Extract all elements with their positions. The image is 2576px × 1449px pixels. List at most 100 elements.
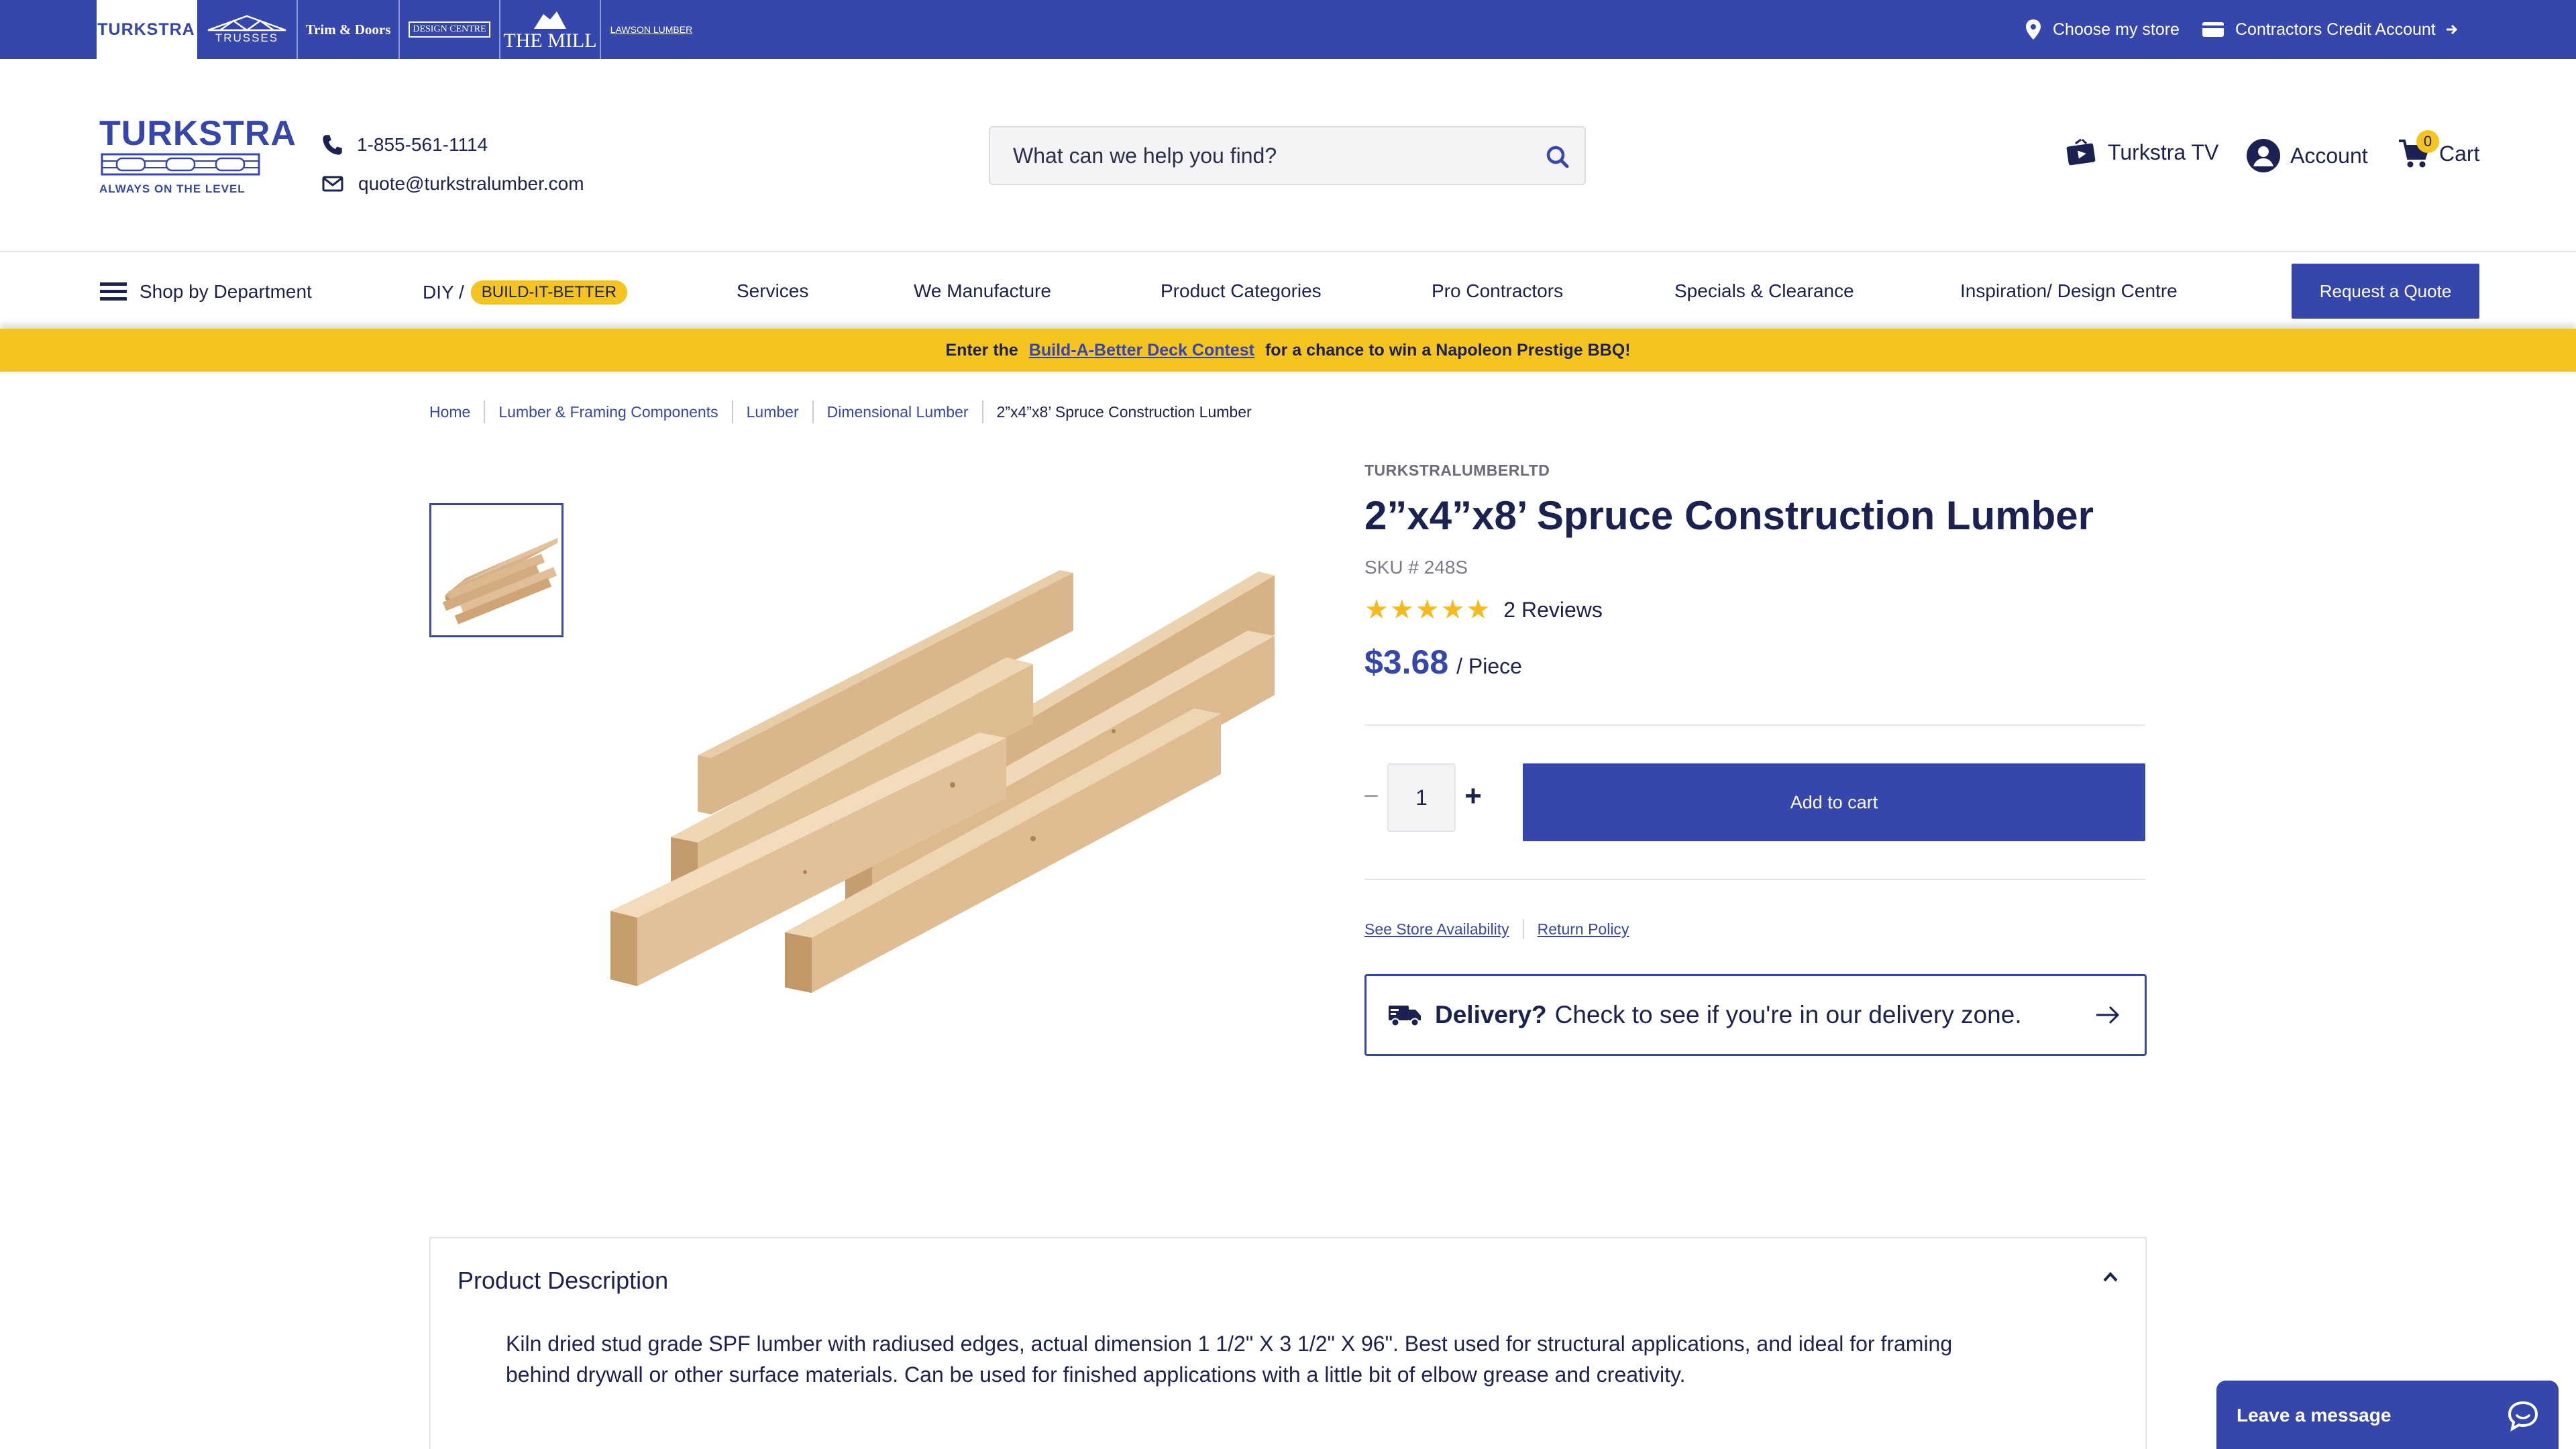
store-availability-link[interactable]: See Store Availability — [1364, 920, 1509, 938]
chat-widget-button[interactable]: Leave a message — [2216, 1381, 2559, 1449]
cart-count-badge: 0 — [2416, 130, 2439, 153]
logo-wordmark: TURKSTRA — [99, 114, 297, 153]
breadcrumb-home[interactable]: Home — [429, 403, 470, 421]
search-bar — [989, 126, 1586, 185]
delivery-bold-label: Delivery? — [1435, 1001, 1547, 1028]
breadcrumb-lumber-framing[interactable]: Lumber & Framing Components — [498, 403, 718, 421]
turkstra-tv-link[interactable]: Turkstra TV — [2066, 138, 2218, 166]
divider — [1364, 879, 2145, 880]
product-description-title[interactable]: Product Description — [458, 1267, 668, 1295]
account-icon — [2247, 139, 2280, 172]
brand-tab-trusses[interactable]: TRUSSES — [197, 0, 298, 59]
delivery-text: Check to see if you're in our delivery z… — [1554, 1001, 2022, 1028]
add-to-cart-button[interactable]: Add to cart — [1523, 763, 2145, 841]
hamburger-icon — [100, 282, 127, 301]
lumber-thumbnail-image — [442, 538, 558, 625]
chat-bubble-icon — [2508, 1401, 2538, 1432]
choose-store-label: Choose my store — [2053, 19, 2180, 39]
product-price: $3.68 / Piece — [1364, 643, 1522, 682]
product-sku: SKU # 248S — [1364, 557, 1468, 578]
tv-icon — [2066, 138, 2096, 166]
breadcrumb-current: 2”x4”x8’ Spruce Construction Lumber — [996, 402, 1252, 421]
star-rating-icon: ★★★★★ — [1364, 595, 1492, 625]
breadcrumb-dimensional-lumber[interactable]: Dimensional Lumber — [827, 403, 969, 421]
product-rating[interactable]: ★★★★★ 2 Reviews — [1364, 594, 1603, 625]
brand-label-design-centre: DESIGN CENTRE — [409, 21, 490, 38]
breadcrumb: Home Lumber & Framing Components Lumber … — [429, 400, 1252, 424]
mill-plane-icon — [534, 11, 566, 29]
nav-we-manufacture[interactable]: We Manufacture — [914, 280, 1051, 302]
truss-logo-icon — [207, 15, 286, 32]
search-input[interactable] — [990, 127, 1513, 184]
email-link[interactable]: quote@turkstralumber.com — [322, 173, 584, 195]
product-main-image[interactable] — [604, 557, 1288, 1000]
return-policy-link[interactable]: Return Policy — [1538, 920, 1629, 938]
brand-tab-the-mill[interactable]: THE MILL — [500, 0, 601, 59]
reviews-count: 2 Reviews — [1503, 597, 1603, 622]
account-label: Account — [2290, 143, 2368, 168]
quantity-decrease-button[interactable]: − — [1359, 778, 1383, 814]
nav-services[interactable]: Services — [737, 280, 808, 302]
product-description-text: Kiln dried stud grade SPF lumber with ra… — [506, 1332, 1953, 1387]
credit-account-link[interactable]: Contractors Credit Account — [2202, 0, 2459, 59]
breadcrumb-separator — [484, 400, 486, 423]
nav-pro-contractors[interactable]: Pro Contractors — [1432, 280, 1563, 302]
nav-specials-clearance[interactable]: Specials & Clearance — [1674, 280, 1854, 302]
price-value: $3.68 — [1364, 643, 1449, 681]
level-tool-icon — [101, 153, 260, 176]
breadcrumb-separator — [981, 400, 983, 423]
turkstra-logo[interactable]: TURKSTRA ALWAYS ON THE LEVEL — [99, 114, 297, 196]
mail-icon — [322, 176, 343, 192]
delivery-truck-icon — [1389, 1006, 1421, 1027]
promo-text-before: Enter the — [945, 340, 1018, 360]
choose-store-link[interactable]: Choose my store — [2025, 0, 2180, 59]
divider — [1364, 724, 2145, 726]
brand-tab-design-centre[interactable]: DESIGN CENTRE — [400, 0, 500, 59]
promo-contest-link[interactable]: Build-A-Better Deck Contest — [1029, 341, 1254, 360]
price-unit: / Piece — [1456, 654, 1522, 678]
brand-label-trusses: TRUSSES — [215, 32, 279, 44]
brand-tab-trim-doors[interactable]: Trim & Doors — [298, 0, 400, 59]
delivery-zone-check[interactable]: Delivery? Check to see if you're in our … — [1364, 974, 2147, 1056]
quantity-input[interactable] — [1387, 763, 1456, 832]
credit-card-icon — [2202, 22, 2224, 37]
brand-tab-lawson-lumber[interactable]: LAWSON LUMBER — [601, 0, 702, 59]
build-it-better-pill: BUILD-IT-BETTER — [470, 280, 628, 305]
nav-inspiration-design-centre[interactable]: Inspiration/ Design Centre — [1960, 280, 2178, 302]
nav-shop-by-department[interactable]: Shop by Department — [99, 280, 312, 303]
request-quote-button[interactable]: Request a Quote — [2292, 264, 2479, 319]
nav-divider — [0, 251, 2576, 252]
product-title: 2”x4”x8’ Spruce Construction Lumber — [1364, 493, 2094, 538]
phone-link[interactable]: 1-855-561-1114 — [322, 134, 488, 156]
breadcrumb-lumber[interactable]: Lumber — [747, 403, 799, 421]
nav-product-categories[interactable]: Product Categories — [1161, 280, 1322, 302]
product-links: See Store Availability Return Policy — [1364, 919, 1629, 939]
promo-banner: Enter the Build-A-Better Deck Contest fo… — [0, 329, 2576, 372]
quantity-increase-button[interactable]: + — [1460, 778, 1487, 814]
breadcrumb-separator — [812, 400, 814, 423]
search-icon[interactable] — [1542, 141, 1574, 173]
logo-tagline: ALWAYS ON THE LEVEL — [99, 182, 246, 195]
credit-account-label: Contractors Credit Account — [2235, 19, 2436, 39]
chevron-up-icon[interactable] — [2102, 1271, 2118, 1284]
link-separator — [1522, 919, 1524, 939]
email-address: quote@turkstralumber.com — [358, 173, 584, 194]
promo-text-after: for a chance to win a Napoleon Prestige … — [1265, 340, 1631, 360]
arrow-right-icon — [2446, 24, 2457, 35]
product-description-panel: Product Description Kiln dried stud grad… — [429, 1237, 2147, 1449]
lumber-stack-image — [610, 570, 1275, 993]
chat-label: Leave a message — [2237, 1405, 2392, 1426]
nav-shop-by-department-label: Shop by Department — [140, 281, 312, 302]
brand-label-the-mill: THE MILL — [503, 30, 597, 52]
product-thumbnail[interactable] — [429, 503, 564, 637]
account-link[interactable]: Account — [2246, 138, 2368, 173]
cart-label: Cart — [2439, 141, 2480, 166]
breadcrumb-separator — [731, 400, 733, 423]
phone-icon — [323, 135, 342, 155]
nav-diy[interactable]: DIY / BUILD-IT-BETTER — [423, 280, 628, 305]
turkstra-tv-label: Turkstra TV — [2108, 140, 2219, 164]
brand-bar: TURKSTRA TRUSSES Trim & Doors DESIGN CEN… — [0, 0, 2576, 59]
nav-diy-label: DIY / — [423, 282, 464, 303]
arrow-right-icon — [2096, 1006, 2120, 1024]
brand-tab-turkstra[interactable]: TURKSTRA — [97, 0, 197, 59]
